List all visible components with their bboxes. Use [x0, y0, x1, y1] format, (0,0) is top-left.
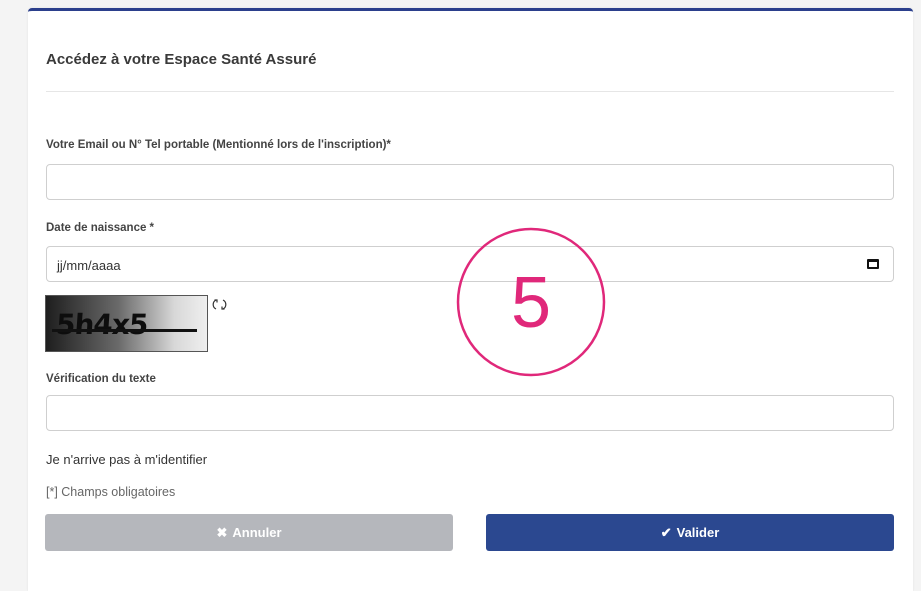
- dob-label: Date de naissance *: [46, 222, 155, 234]
- submit-button-label: Valider: [676, 525, 720, 540]
- forgot-login-link[interactable]: Je n'arrive pas à m'identifier: [46, 452, 207, 467]
- cancel-button-label: Annuler: [232, 525, 282, 540]
- captcha-text: 5h4x5: [54, 308, 149, 341]
- refresh-icon[interactable]: [212, 297, 228, 313]
- calendar-icon[interactable]: [867, 259, 879, 269]
- divider: [46, 91, 894, 92]
- captcha-image: 5h4x5: [45, 295, 208, 352]
- email-label: Votre Email ou N° Tel portable (Mentionn…: [46, 139, 391, 151]
- checkmark-icon: ✔: [660, 524, 672, 540]
- email-field[interactable]: [46, 164, 894, 200]
- dob-field[interactable]: jj/mm/aaaa: [46, 246, 894, 282]
- verification-field[interactable]: [46, 395, 894, 431]
- required-fields-hint: [*] Champs obligatoires: [46, 485, 176, 499]
- submit-button[interactable]: ✔ Valider: [486, 514, 894, 551]
- login-card: Accédez à votre Espace Santé Assuré Votr…: [28, 8, 913, 591]
- cancel-button[interactable]: ✖ Annuler: [45, 514, 453, 551]
- verification-label: Vérification du texte: [46, 373, 156, 385]
- dob-value: jj/mm/aaaa: [57, 258, 121, 273]
- captcha-strike-line: [52, 329, 197, 332]
- page-title: Accédez à votre Espace Santé Assuré: [46, 51, 317, 68]
- x-icon: ✖: [216, 524, 228, 540]
